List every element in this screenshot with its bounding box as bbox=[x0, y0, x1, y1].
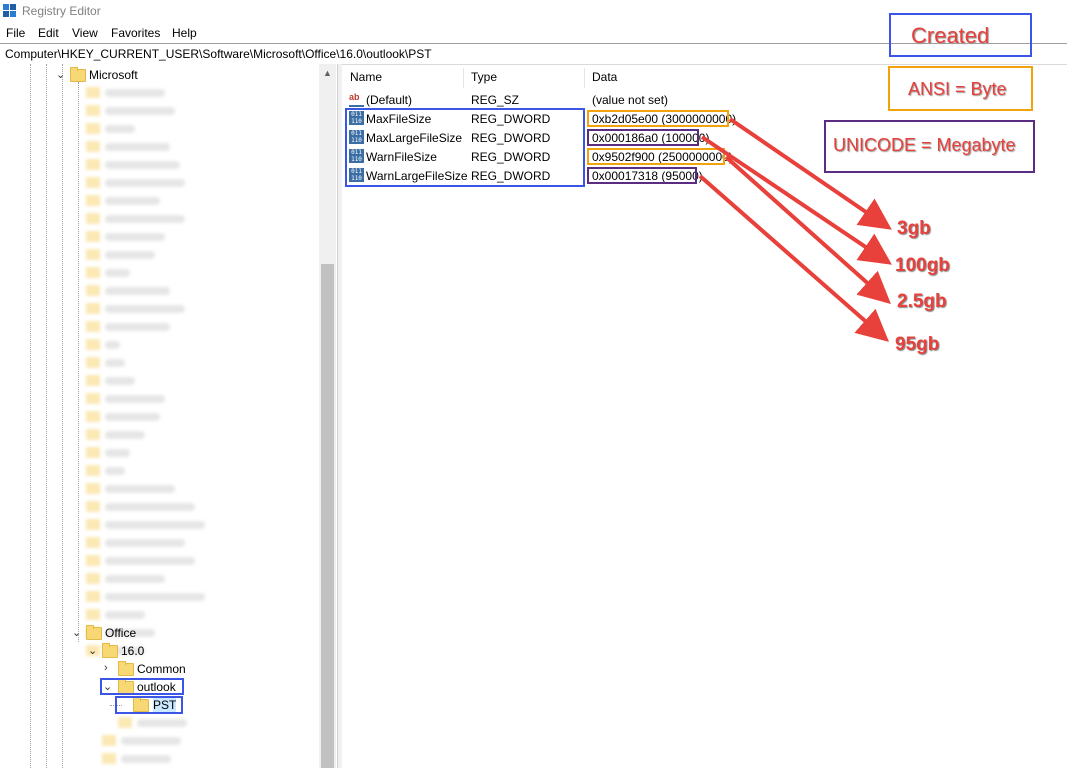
annotation-arrows bbox=[698, 117, 892, 342]
arrow-2-5gb bbox=[724, 155, 891, 304]
arrow-95gb bbox=[698, 174, 890, 342]
arrow-100gb bbox=[700, 135, 892, 265]
annotation-3gb: 3gb bbox=[897, 218, 931, 239]
annotation-2-5gb: 2.5gb bbox=[897, 291, 947, 312]
annotation-100gb: 100gb bbox=[895, 255, 950, 276]
annotation-95gb: 95gb bbox=[895, 334, 940, 355]
